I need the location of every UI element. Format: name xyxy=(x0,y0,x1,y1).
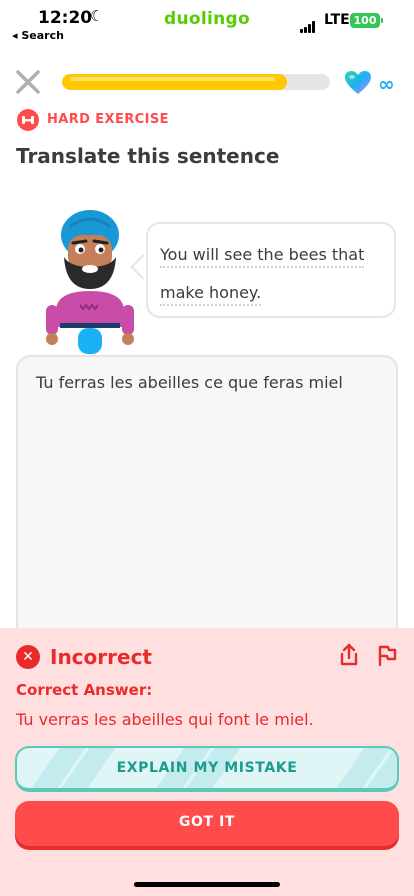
battery-cap xyxy=(381,18,383,23)
back-to-search-link[interactable]: ◂ Search xyxy=(12,29,64,42)
got-it-label: GOT IT xyxy=(178,814,236,830)
flag-icon[interactable] xyxy=(376,643,398,667)
lesson-progress-bar xyxy=(62,74,330,90)
heart-icon[interactable] xyxy=(344,70,372,96)
signal-icon xyxy=(300,14,316,33)
correct-answer-label: Correct Answer: xyxy=(16,681,153,699)
home-indicator[interactable] xyxy=(134,882,280,887)
battery-icon: 100 xyxy=(350,13,380,28)
answer-text: Tu ferras les abeilles ce que feras miel xyxy=(36,373,343,392)
prompt-sentence[interactable]: You will see the bees that make honey. xyxy=(160,236,385,312)
hard-exercise-icon xyxy=(17,109,39,131)
answer-textarea[interactable] xyxy=(16,355,398,655)
incorrect-icon: ✕ xyxy=(16,645,40,669)
character-illustration xyxy=(46,210,134,354)
network-type: LTE xyxy=(324,12,350,28)
explain-button-label: EXPLAIN MY MISTAKE xyxy=(116,760,298,776)
infinite-hearts-count: ∞ xyxy=(378,72,395,96)
feedback-heading: Incorrect xyxy=(50,645,152,669)
exercise-title: Translate this sentence xyxy=(16,144,280,168)
explain-my-mistake-button[interactable]: EXPLAIN MY MISTAKE xyxy=(15,746,399,792)
close-icon[interactable] xyxy=(14,68,42,96)
prompt-line-2[interactable]: make honey. xyxy=(160,283,262,306)
got-it-button[interactable]: GOT IT xyxy=(15,801,399,846)
hard-exercise-label: HARD EXERCISE xyxy=(47,112,169,127)
progress-shine xyxy=(70,77,276,81)
share-icon[interactable] xyxy=(338,643,360,667)
correct-answer-text: Tu verras les abeilles qui font le miel. xyxy=(16,710,314,729)
prompt-line-1[interactable]: You will see the bees that xyxy=(160,245,365,268)
